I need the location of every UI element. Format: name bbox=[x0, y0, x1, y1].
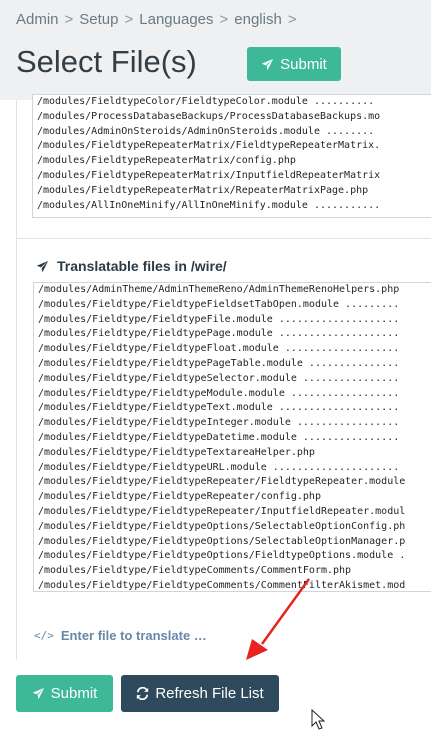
refresh-file-list-button[interactable]: Refresh File List bbox=[121, 675, 279, 712]
enter-file-label: Enter file to translate … bbox=[60, 628, 207, 643]
wire-file-option[interactable]: /modules/Fieldtype/FieldtypeOptions/Fiel… bbox=[34, 549, 431, 564]
wire-file-option[interactable]: /modules/Fieldtype/FieldtypeRepeater/Inp… bbox=[34, 505, 431, 520]
refresh-icon bbox=[137, 687, 149, 700]
plane-icon bbox=[261, 58, 274, 70]
wire-files-list[interactable]: /modules/AdminTheme/AdminThemeReno/Admin… bbox=[33, 282, 431, 592]
enter-file-link[interactable]: </> Enter file to translate … bbox=[34, 628, 207, 643]
wire-section-heading[interactable]: Translatable files in /wire/ bbox=[36, 258, 227, 274]
wire-file-option[interactable]: /modules/AdminTheme/AdminThemeReno/Admin… bbox=[34, 283, 431, 298]
wire-section-label: Translatable files in /wire/ bbox=[57, 258, 227, 274]
wire-file-option[interactable]: /modules/Fieldtype/FieldtypeFile.module … bbox=[34, 313, 431, 328]
breadcrumb-separator: > bbox=[219, 11, 229, 28]
wire-file-option[interactable]: /modules/Fieldtype/FieldtypeTextareaHelp… bbox=[34, 446, 431, 461]
submit-label: Submit bbox=[50, 685, 98, 702]
breadcrumb-separator: > bbox=[124, 11, 134, 28]
site-file-option[interactable]: /modules/FieldtypeRepeaterMatrix/Fieldty… bbox=[33, 139, 431, 154]
page-header: Admin > Setup > Languages > english > Select Fi… bbox=[0, 0, 431, 100]
submit-button[interactable]: Submit bbox=[16, 675, 113, 712]
mouse-cursor-icon bbox=[311, 709, 325, 730]
wire-file-option[interactable]: /modules/Fieldtype/FieldtypeSelector.mod… bbox=[34, 372, 431, 387]
plane-icon bbox=[36, 260, 49, 272]
wire-file-option[interactable]: /modules/Fieldtype/FieldtypeDatetime.mod… bbox=[34, 431, 431, 446]
site-file-option[interactable]: /modules/FieldtypeRepeaterMatrix/config.… bbox=[33, 154, 431, 169]
code-icon: </> bbox=[34, 629, 54, 642]
wire-file-option[interactable]: /modules/Fieldtype/FieldtypeComments/Com… bbox=[34, 579, 431, 591]
refresh-label: Refresh File List bbox=[155, 685, 264, 702]
wire-file-option[interactable]: /modules/Fieldtype/FieldtypeText.module … bbox=[34, 401, 431, 416]
wire-file-option[interactable]: /modules/Fieldtype/FieldtypeInteger.modu… bbox=[34, 416, 431, 431]
site-file-option[interactable]: /modules/ProcessDatabaseBackups/ProcessD… bbox=[33, 110, 431, 125]
site-file-option[interactable]: /modules/FieldtypeRepeaterMatrix/Repeate… bbox=[33, 184, 431, 199]
site-file-option[interactable]: /modules/FieldtypeRepeaterMatrix/Inputfi… bbox=[33, 169, 431, 184]
plane-icon bbox=[32, 687, 44, 700]
site-file-option[interactable]: /modules/AdminOnSteroids/AdminOnSteroids… bbox=[33, 125, 431, 140]
page-title: Select File(s) bbox=[16, 44, 197, 79]
wire-file-option[interactable]: /modules/Fieldtype/FieldtypeURL.module .… bbox=[34, 461, 431, 476]
breadcrumb-setup[interactable]: Setup bbox=[79, 11, 118, 28]
breadcrumb-separator: > bbox=[64, 11, 74, 28]
wire-file-option[interactable]: /modules/Fieldtype/FieldtypeModule.modul… bbox=[34, 387, 431, 402]
breadcrumb: Admin > Setup > Languages > english > bbox=[16, 11, 303, 28]
wire-file-option[interactable]: /modules/Fieldtype/FieldtypeFieldsetTabO… bbox=[34, 298, 431, 313]
section-divider bbox=[16, 238, 431, 239]
wire-file-option[interactable]: /modules/Fieldtype/FieldtypePageTable.mo… bbox=[34, 357, 431, 372]
header-submit-label: Submit bbox=[280, 55, 327, 73]
site-files-list[interactable]: /modules/FieldtypeColor/FieldtypeColor.m… bbox=[32, 94, 431, 218]
wire-file-option[interactable]: /modules/Fieldtype/FieldtypeOptions/Sele… bbox=[34, 520, 431, 535]
breadcrumb-languages[interactable]: Languages bbox=[139, 11, 213, 28]
site-file-option[interactable]: /modules/AllInOneMinify/AllInOneMinify.m… bbox=[33, 199, 431, 214]
breadcrumb-separator: > bbox=[287, 11, 297, 28]
breadcrumb-admin[interactable]: Admin bbox=[16, 11, 59, 28]
wire-file-option[interactable]: /modules/Fieldtype/FieldtypeComments/Com… bbox=[34, 564, 431, 579]
wire-file-option[interactable]: /modules/Fieldtype/FieldtypeRepeater/Fie… bbox=[34, 475, 431, 490]
site-file-option[interactable]: /modules/FieldtypeColor/FieldtypeColor.m… bbox=[33, 95, 431, 110]
header-submit-button[interactable]: Submit bbox=[247, 47, 341, 81]
wire-file-option[interactable]: /modules/Fieldtype/FieldtypeFloat.module… bbox=[34, 342, 431, 357]
wire-file-option[interactable]: /modules/Fieldtype/FieldtypeOptions/Sele… bbox=[34, 535, 431, 550]
breadcrumb-english[interactable]: english bbox=[234, 11, 282, 28]
wire-file-option[interactable]: /modules/Fieldtype/FieldtypePage.module … bbox=[34, 327, 431, 342]
wire-file-option[interactable]: /modules/Fieldtype/FieldtypeRepeater/con… bbox=[34, 490, 431, 505]
